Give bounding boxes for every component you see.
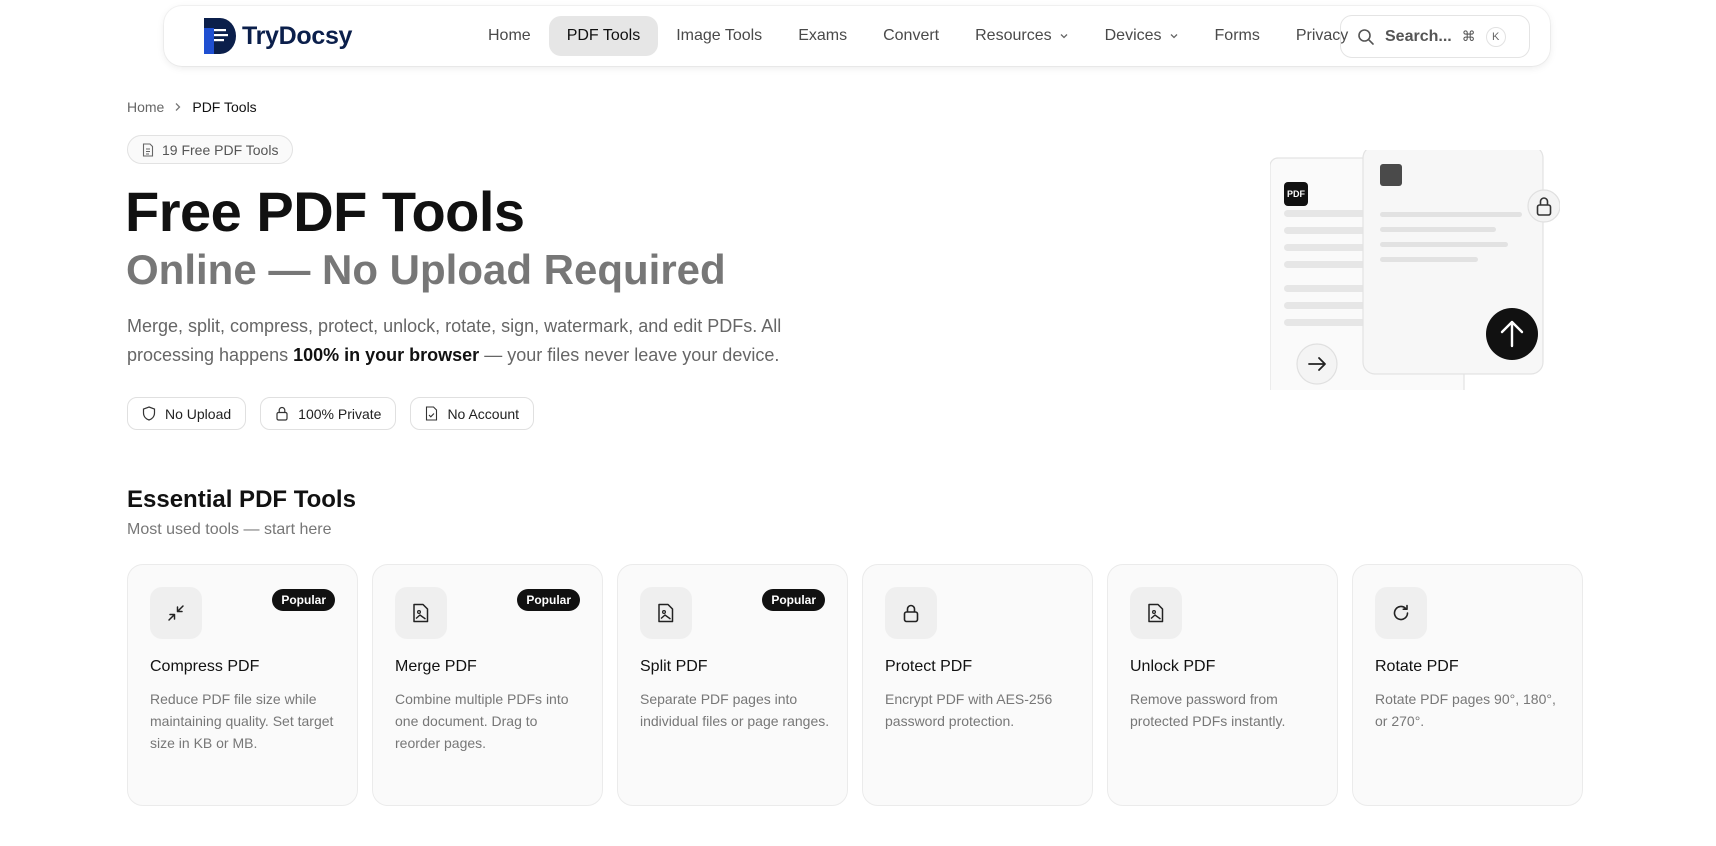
tool-card-title: Compress PDF [150,658,260,675]
pill-no-account: No Account [410,397,535,430]
tool-card-title: Protect PDF [885,658,973,675]
section-title: Essential PDF Tools [127,486,356,513]
breadcrumb-current: PDF Tools [192,99,257,115]
tools-count-label: 19 Free PDF Tools [162,141,279,158]
pdf-file-icon: PDF [1284,182,1308,206]
tool-card-split[interactable]: Popular Split PDF Separate PDF pages int… [617,564,848,806]
breadcrumb-home[interactable]: Home [127,99,164,115]
nav-pdf-tools[interactable]: PDF Tools [548,16,659,56]
file-check-icon [426,406,438,421]
tool-card-desc: Remove password from protected PDFs inst… [1130,691,1286,729]
nav-convert[interactable]: Convert [865,16,957,56]
command-key-icon: ⌘ [1461,28,1476,44]
nav-home-label: Home [488,27,531,44]
nav-resources-label: Resources [975,27,1052,44]
tool-card-title: Split PDF [640,658,708,675]
brand-logo[interactable]: TryDocsy [200,16,352,56]
hero-desc-bold: 100% in your browser [293,345,480,365]
nav-forms-label: Forms [1214,27,1260,44]
rotate-icon [1375,587,1427,639]
nav-resources[interactable]: Resources [957,16,1086,56]
hero-desc-part2: — your files never leave your device. [479,345,780,365]
chevron-down-icon [1170,34,1177,39]
nav-home[interactable]: Home [470,16,549,56]
tool-cards: Popular Compress PDF Reduce PDF file siz… [127,564,1583,806]
pdf-file-label: PDF [1287,189,1305,199]
pill-private-label: 100% Private [298,405,382,422]
pill-no-upload: No Upload [127,397,247,430]
file-image-icon [395,587,447,639]
tool-card-title: Unlock PDF [1130,658,1216,675]
nav-exams[interactable]: Exams [780,16,865,56]
nav-image-tools-label: Image Tools [676,27,763,44]
shortcut-key: K [1485,26,1506,47]
search-label: Search... [1385,27,1452,45]
pill-private: 100% Private [260,397,397,430]
tool-card-desc: Reduce PDF file size while maintaining q… [150,691,334,751]
nav-devices[interactable]: Devices [1087,16,1197,56]
tool-card-merge[interactable]: Popular Merge PDF Combine multiple PDFs … [372,564,603,806]
tool-card-title: Merge PDF [395,658,477,675]
tool-card-protect[interactable]: Protect PDF Encrypt PDF with AES-256 pas… [862,564,1093,806]
tool-card-desc: Encrypt PDF with AES-256 password protec… [885,691,1053,729]
popular-badge: Popular [762,589,825,611]
tools-count-badge: 19 Free PDF Tools [127,135,294,164]
popular-badge: Popular [517,589,580,611]
popular-badge: Popular [272,589,335,611]
tool-card-desc: Rotate PDF pages 90°, 180°, or 270°. [1375,691,1556,729]
nav-forms[interactable]: Forms [1197,16,1278,56]
nav-convert-label: Convert [883,27,940,44]
pill-no-account-label: No Account [447,405,520,422]
file-image-icon [640,587,692,639]
shield-icon [142,406,156,421]
compress-icon [150,587,202,639]
tool-card-desc: Combine multiple PDFs into one document.… [395,691,569,751]
nav-exams-label: Exams [798,27,848,44]
hero-illustration: PDF [1269,145,1561,392]
hero-description: Merge, split, compress, protect, unlock,… [127,312,807,370]
tool-card-desc: Separate PDF pages into individual files… [640,691,830,729]
nav-pdf-tools-label: PDF Tools [566,27,641,44]
search-button[interactable]: Search... ⌘ K [1340,15,1530,58]
tool-card-compress[interactable]: Popular Compress PDF Reduce PDF file siz… [127,564,358,806]
feature-pills: No Upload 100% Private No Account [127,397,535,430]
chevron-down-icon [1060,34,1068,39]
lock-icon [885,587,937,639]
lock-icon [276,406,288,421]
brand-name: TryDocsy [242,21,353,50]
page-subtitle: Online — No Upload Required [126,246,726,293]
document-icon [142,142,154,157]
search-icon [1358,28,1374,45]
section-subtitle: Most used tools — start here [127,521,332,538]
breadcrumb: Home PDF Tools [127,99,257,115]
logo-icon [200,16,238,56]
tool-card-title: Rotate PDF [1375,658,1459,675]
tool-card-unlock[interactable]: Unlock PDF Remove password from protecte… [1107,564,1338,806]
top-navbar: TryDocsy Home PDF Tools Image Tools Exam… [164,6,1550,66]
nav-image-tools[interactable]: Image Tools [658,16,780,56]
nav-devices-label: Devices [1104,27,1162,44]
chevron-right-icon [175,103,181,111]
pill-no-upload-label: No Upload [165,405,232,422]
tool-card-rotate[interactable]: Rotate PDF Rotate PDF pages 90°, 180°, o… [1352,564,1583,806]
page-title: Free PDF Tools [125,180,525,243]
file-image-icon [1130,587,1182,639]
